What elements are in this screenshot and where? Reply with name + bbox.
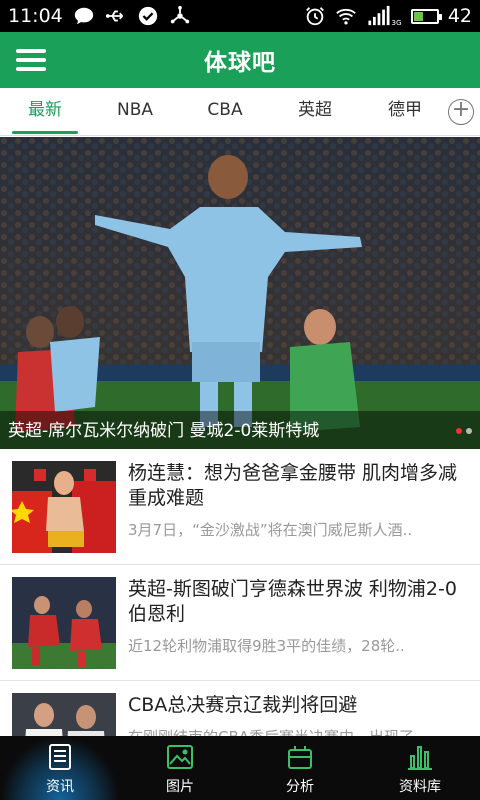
check-circle-icon (137, 5, 159, 27)
tab-premier-league[interactable]: 英超 (270, 88, 360, 136)
news-summary: 近12轮利物浦取得9胜3平的佳绩，28轮.. (128, 637, 405, 655)
nav-label: 分析 (286, 779, 314, 795)
hamburger-menu-icon[interactable] (16, 46, 46, 74)
chat-icon (73, 5, 95, 27)
wifi-icon (335, 5, 357, 27)
clock: 11:04 (8, 5, 63, 27)
tab-latest[interactable]: 最新 (0, 88, 90, 136)
status-bar: 11:04 3G 42 (0, 0, 480, 32)
usb-icon (105, 5, 127, 27)
battery-icon (410, 8, 442, 24)
nav-label: 资料库 (399, 779, 441, 795)
category-tabs: 最新 NBA CBA 英超 德甲 + (0, 88, 480, 136)
nav-images[interactable]: 图片 (120, 736, 240, 800)
carousel-indicator (456, 428, 472, 434)
tab-nba[interactable]: NBA (90, 88, 180, 136)
app-title: 体球吧 (204, 50, 276, 76)
image-icon (167, 745, 193, 769)
plus-circle-icon[interactable]: + (448, 99, 474, 125)
signal-icon: 3G (366, 5, 402, 27)
carousel-dot (456, 428, 462, 434)
list-item[interactable]: 英超-斯图破门亨德森世界波 利物浦2-0伯恩利 近12轮利物浦取得9胜3平的佳绩… (0, 565, 480, 681)
tab-bundesliga[interactable]: 德甲 (360, 88, 450, 136)
nav-analysis[interactable]: 分析 (240, 736, 360, 800)
database-chart-icon (408, 746, 432, 770)
list-item[interactable]: 杨连慧：想为爸爸拿金腰带 肌肉增多减重成难题 3月7日，“金沙激战”将在澳门威尼… (0, 449, 480, 565)
carousel-dot (466, 428, 472, 434)
analysis-icon (288, 746, 312, 769)
news-title: CBA总决赛京辽裁判将回避 (128, 694, 358, 716)
news-title: 英超-斯图破门亨德森世界波 利物浦2-0伯恩利 (128, 578, 457, 625)
news-icon (49, 744, 71, 770)
bottom-navigation: 资讯 图片 分析 资料库 (0, 736, 480, 800)
hero-image (0, 137, 480, 449)
nav-news[interactable]: 资讯 (0, 736, 120, 800)
news-title: 杨连慧：想为爸爸拿金腰带 肌肉增多减重成难题 (128, 462, 458, 509)
news-summary: 3月7日，“金沙激战”将在澳门威尼斯人酒.. (128, 521, 413, 539)
hero-banner[interactable]: 英超-席尔瓦米尔纳破门 曼城2-0莱斯特城 (0, 137, 480, 449)
hero-caption: 英超-席尔瓦米尔纳破门 曼城2-0莱斯特城 (8, 421, 320, 441)
news-thumbnail (12, 577, 116, 669)
battery-level: 42 (447, 5, 472, 27)
nav-label: 图片 (166, 779, 194, 795)
app-bar: 体球吧 (0, 32, 480, 88)
nav-label: 资讯 (46, 779, 74, 795)
news-thumbnail (12, 461, 116, 553)
tab-cba[interactable]: CBA (180, 88, 270, 136)
alarm-icon (304, 5, 326, 27)
nav-database[interactable]: 资料库 (360, 736, 480, 800)
usb-tether-icon (169, 5, 191, 27)
network-type: 3G (391, 18, 402, 27)
